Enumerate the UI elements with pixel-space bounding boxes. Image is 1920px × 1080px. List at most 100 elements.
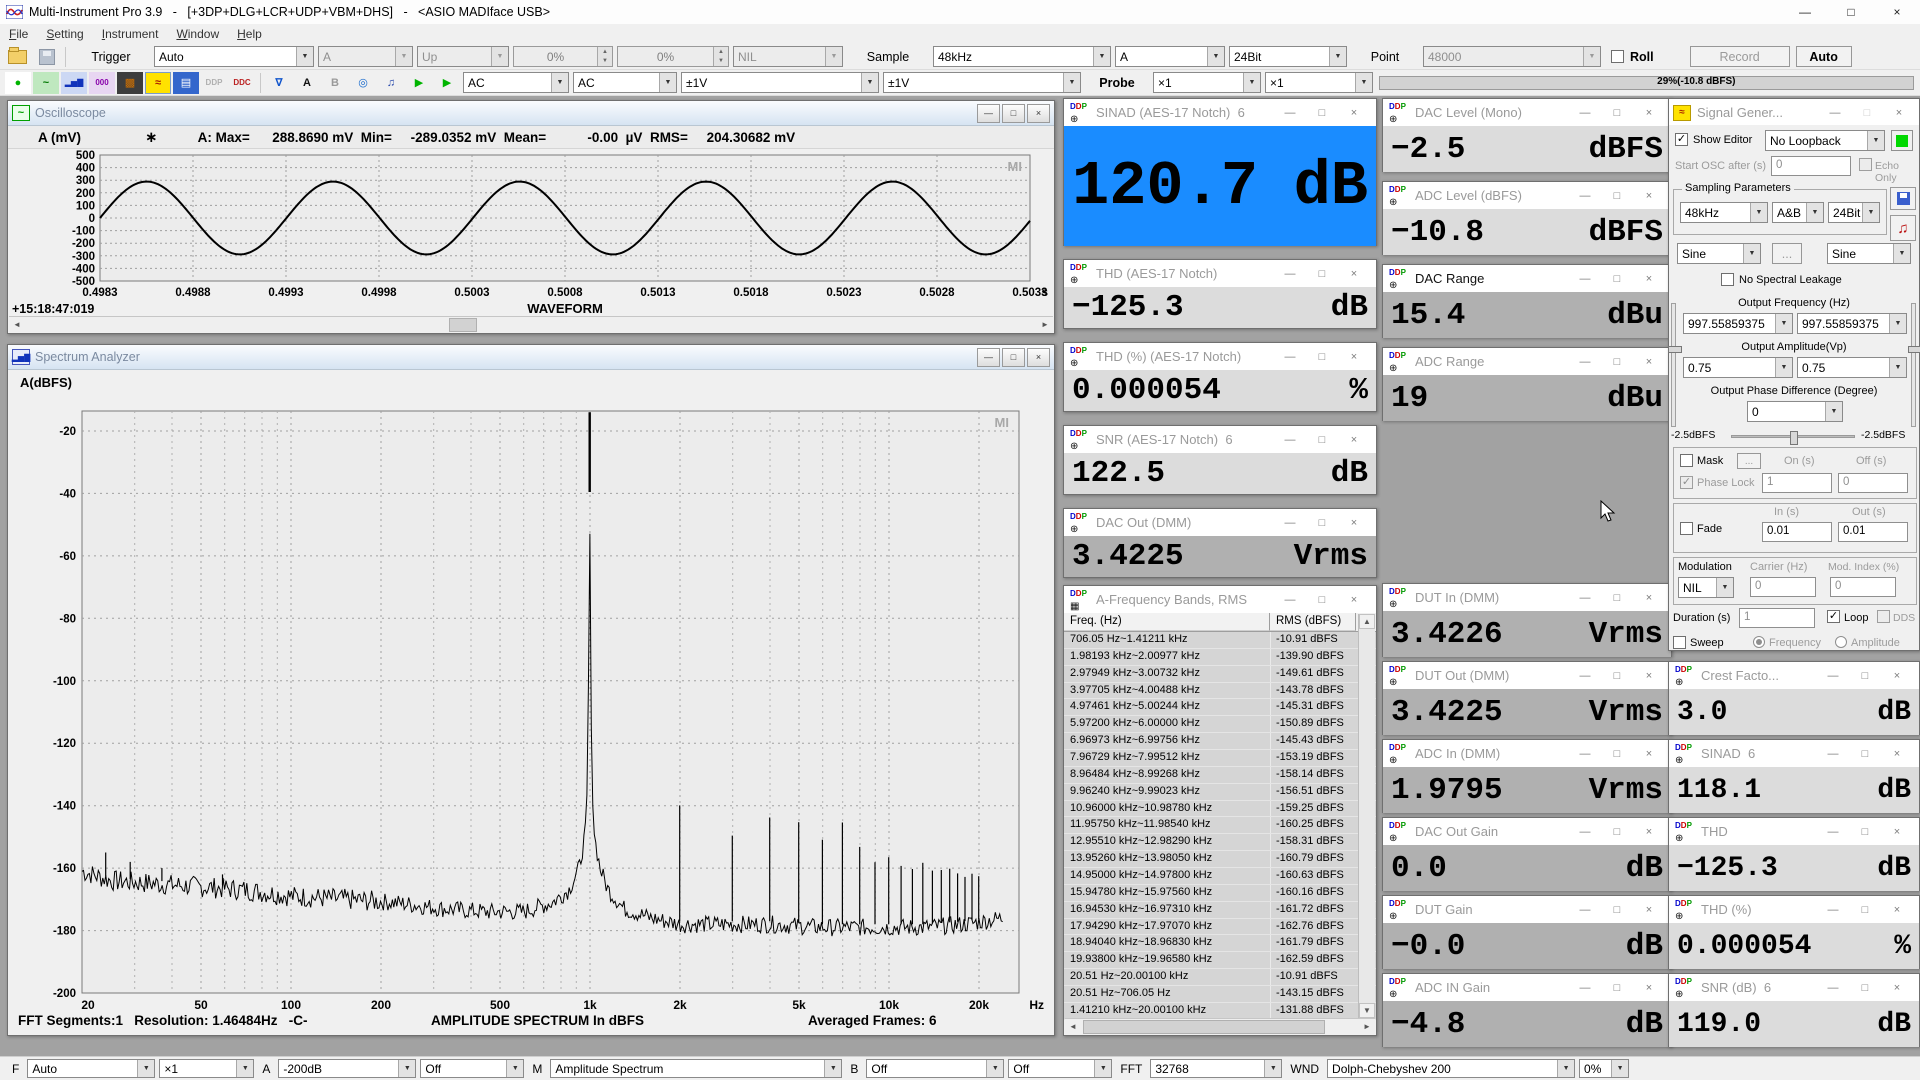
play-b-icon[interactable]: ▶ bbox=[434, 72, 460, 94]
table-hscrollbar[interactable]: ◄ ► bbox=[1065, 1018, 1375, 1034]
maximize-icon[interactable]: □ bbox=[1828, 0, 1874, 24]
duration-input[interactable]: 1 bbox=[1739, 608, 1815, 628]
table-row[interactable]: 18.94040 kHz~18.96830 kHz-161.79 dBFS bbox=[1064, 935, 1376, 952]
amp-a-combo[interactable]: 0.75▼ bbox=[1683, 357, 1793, 378]
play-a-icon[interactable]: ▶ bbox=[406, 72, 432, 94]
point-combo[interactable]: 48000▼ bbox=[1423, 46, 1601, 67]
menu-window[interactable]: Window bbox=[167, 25, 228, 43]
minimize-button[interactable]: — bbox=[1819, 107, 1851, 119]
maximize-button[interactable]: □ bbox=[1601, 273, 1633, 285]
music-file-button[interactable]: ♫ bbox=[1890, 215, 1916, 241]
close-button[interactable]: × bbox=[1881, 904, 1913, 916]
minimize-button[interactable]: — bbox=[1817, 670, 1849, 682]
table-row[interactable]: 5.97200 kHz~6.00000 kHz-150.89 dBFS bbox=[1064, 716, 1376, 733]
sample-channel-combo[interactable]: A▼ bbox=[1115, 46, 1225, 67]
maximize-button[interactable]: □ bbox=[1849, 748, 1881, 760]
minimize-button[interactable]: — bbox=[1274, 351, 1306, 363]
minimize-button[interactable]: — bbox=[1569, 190, 1601, 202]
phase-lock-checkbox[interactable] bbox=[1680, 476, 1693, 489]
table-row[interactable]: 2.97949 kHz~3.00732 kHz-149.61 dBFS bbox=[1064, 666, 1376, 683]
mask-off-input[interactable]: 0 bbox=[1838, 473, 1908, 493]
table-row[interactable]: 3.97705 kHz~4.00488 kHz-143.78 dBFS bbox=[1064, 683, 1376, 700]
label-a-icon[interactable]: A bbox=[294, 72, 320, 94]
table-row[interactable]: 11.95750 kHz~11.98540 kHz-160.25 dBFS bbox=[1064, 817, 1376, 834]
save-icon[interactable] bbox=[39, 49, 55, 65]
amplitude-slider-a[interactable] bbox=[1671, 303, 1676, 427]
status-combo-32768[interactable]: 32768▼ bbox=[1150, 1059, 1282, 1078]
oscilloscope-icon[interactable]: ~ bbox=[33, 72, 59, 94]
status-combo-off[interactable]: Off▼ bbox=[866, 1059, 1004, 1078]
minimize-button[interactable]: — bbox=[1817, 748, 1849, 760]
status-combo--200db[interactable]: -200dB▼ bbox=[278, 1059, 416, 1078]
minimize-button[interactable]: — bbox=[1817, 904, 1849, 916]
record-button[interactable]: Record bbox=[1690, 46, 1790, 67]
maximize-button[interactable]: □ bbox=[1601, 190, 1633, 202]
freq-b-combo[interactable]: 997.55859375▼ bbox=[1797, 313, 1907, 334]
menu-file[interactable]: File bbox=[0, 25, 37, 43]
table-row[interactable]: 19.93800 kHz~19.96580 kHz-162.59 dBFS bbox=[1064, 952, 1376, 969]
ddp-viewer-icon[interactable]: DDP bbox=[201, 72, 227, 94]
table-row[interactable]: 15.94780 kHz~15.97560 kHz-160.16 dBFS bbox=[1064, 885, 1376, 902]
close-button[interactable]: × bbox=[1338, 434, 1370, 446]
gen-channels-combo[interactable]: A&B▼ bbox=[1772, 202, 1824, 223]
minimize-button[interactable]: — bbox=[1569, 356, 1601, 368]
maximize-button[interactable]: □ bbox=[1601, 107, 1633, 119]
maximize-button[interactable]: □ bbox=[1306, 268, 1338, 280]
menu-help[interactable]: Help bbox=[228, 25, 271, 43]
open-file-icon[interactable] bbox=[8, 50, 27, 64]
range-a-combo[interactable]: ±1V▼ bbox=[681, 72, 879, 93]
waveform-a-combo[interactable]: Sine▼ bbox=[1677, 243, 1761, 264]
range-b-combo[interactable]: ±1V▼ bbox=[883, 72, 1081, 93]
menu-instrument[interactable]: Instrument bbox=[93, 25, 168, 43]
table-row[interactable]: 8.96484 kHz~8.99268 kHz-158.14 dBFS bbox=[1064, 767, 1376, 784]
amp-b-combo[interactable]: 0.75▼ bbox=[1797, 357, 1907, 378]
mask-on-input[interactable]: 1 bbox=[1762, 473, 1832, 493]
sweep-checkbox[interactable] bbox=[1673, 636, 1686, 649]
multimeter-icon[interactable]: 000 bbox=[89, 72, 115, 94]
maximize-button[interactable]: □ bbox=[1601, 748, 1633, 760]
probe-b-combo[interactable]: ×1▼ bbox=[1265, 72, 1373, 93]
sweep-frequency-radio[interactable] bbox=[1753, 636, 1765, 648]
close-button[interactable]: × bbox=[1633, 748, 1665, 760]
close-button[interactable]: × bbox=[1338, 107, 1370, 119]
maximize-button[interactable]: □ bbox=[1002, 104, 1025, 123]
close-button[interactable]: × bbox=[1633, 592, 1665, 604]
close-button[interactable]: × bbox=[1881, 982, 1913, 994]
table-row[interactable]: 1.98193 kHz~2.00977 kHz-139.90 dBFS bbox=[1064, 649, 1376, 666]
trigger-edge-combo[interactable]: Up▼ bbox=[417, 46, 509, 67]
sample-rate-combo[interactable]: 48kHz▼ bbox=[933, 46, 1111, 67]
trigger-delay-spinner[interactable]: 0%▲▼ bbox=[617, 46, 729, 67]
table-row[interactable]: 706.05 Hz~1.41211 kHz-10.91 dBFS bbox=[1064, 632, 1376, 649]
waveform-options-button[interactable]: ... bbox=[1772, 243, 1802, 264]
maximize-button[interactable]: □ bbox=[1601, 592, 1633, 604]
maximize-button[interactable]: □ bbox=[1601, 904, 1633, 916]
modulation-combo[interactable]: NIL▼ bbox=[1678, 577, 1734, 598]
close-button[interactable]: × bbox=[1633, 670, 1665, 682]
coupling-a-combo[interactable]: AC▼ bbox=[463, 72, 569, 93]
status-combo-dolph-chebyshev-200[interactable]: Dolph-Chebyshev 200▼ bbox=[1327, 1059, 1575, 1078]
signal-generator-icon[interactable]: ≈ bbox=[145, 72, 171, 94]
minimize-button[interactable]: — bbox=[1274, 594, 1306, 606]
maximize-button[interactable]: □ bbox=[1849, 670, 1881, 682]
run-generator-button[interactable] bbox=[1891, 130, 1913, 151]
waveform-b-combo[interactable]: Sine▼ bbox=[1827, 243, 1911, 264]
maximize-button[interactable]: □ bbox=[1306, 517, 1338, 529]
ddc-icon[interactable]: DDC bbox=[229, 72, 255, 94]
table-row[interactable]: 10.96000 kHz~10.98780 kHz-159.25 dBFS bbox=[1064, 801, 1376, 818]
minimize-button[interactable]: — bbox=[1274, 434, 1306, 446]
close-button[interactable]: × bbox=[1881, 826, 1913, 838]
echo-only-checkbox[interactable] bbox=[1859, 158, 1872, 171]
table-row[interactable]: 20.51 Hz~20.00100 kHz-10.91 dBFS bbox=[1064, 969, 1376, 986]
table-row[interactable]: 14.95000 kHz~14.97800 kHz-160.63 dBFS bbox=[1064, 868, 1376, 885]
sound-device-icon[interactable]: ♫ bbox=[378, 72, 404, 94]
save-signal-button[interactable] bbox=[1890, 187, 1916, 210]
close-button[interactable]: × bbox=[1027, 348, 1050, 367]
table-header[interactable]: Freq. (Hz) RMS (dBFS) bbox=[1064, 613, 1376, 632]
minimize-button[interactable]: — bbox=[1569, 826, 1601, 838]
freq-a-combo[interactable]: 997.55859375▼ bbox=[1683, 313, 1793, 334]
table-row[interactable]: 12.95510 kHz~12.98290 kHz-158.31 dBFS bbox=[1064, 834, 1376, 851]
gen-rate-combo[interactable]: 48kHz▼ bbox=[1680, 202, 1768, 223]
minimize-button[interactable]: — bbox=[1569, 904, 1601, 916]
loopback-combo[interactable]: No Loopback▼ bbox=[1765, 130, 1885, 151]
maximize-button[interactable]: □ bbox=[1306, 351, 1338, 363]
